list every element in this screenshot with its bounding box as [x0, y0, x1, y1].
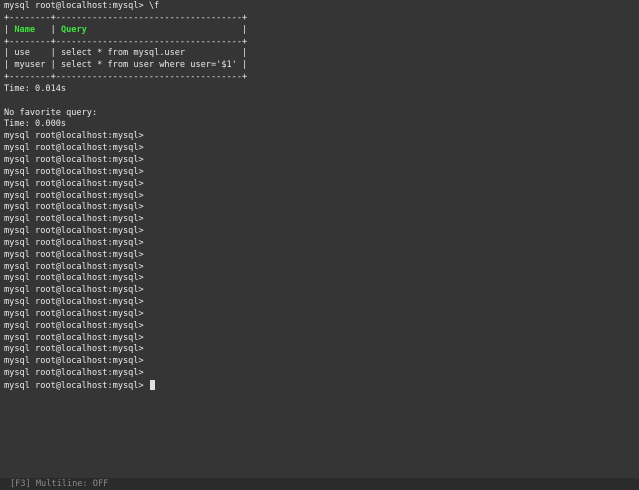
prompt-line: mysql root@localhost:mysql> — [4, 249, 144, 260]
prompt-line: mysql root@localhost:mysql> — [4, 320, 144, 331]
cell-query: select * from mysql.user — [60, 48, 186, 59]
text-cursor — [149, 380, 155, 390]
table-row: | use | select * from mysql.user | — [4, 48, 248, 59]
table-border: +--------+------------------------------… — [4, 72, 248, 83]
terminal-output[interactable]: mysql root@localhost:mysql> \f +--------… — [4, 1, 635, 392]
prompt-line: mysql root@localhost:mysql> — [4, 190, 144, 201]
prompt-line: mysql root@localhost:mysql> — [4, 261, 144, 272]
status-bar: [F3] Multiline: OFF — [0, 478, 639, 490]
header-name: Name — [14, 24, 36, 35]
prompt-line: mysql root@localhost:mysql> — [4, 214, 144, 225]
prompt-line: mysql root@localhost:mysql> — [4, 143, 144, 154]
table-border: +--------+------------------------------… — [4, 36, 248, 47]
prompt-line: mysql root@localhost:mysql> — [4, 154, 144, 165]
prompt-line: mysql root@localhost:mysql> — [4, 368, 144, 379]
cell-name: myuser — [14, 60, 46, 71]
command-line: mysql root@localhost:mysql> \f — [4, 1, 160, 11]
table-header-row: | Name | Query | — [4, 24, 248, 35]
cell-name: use — [14, 48, 30, 59]
time-output: Time: 0.014s — [4, 83, 67, 94]
time-output: Time: 0.000s — [4, 119, 67, 130]
prompt-line: mysql root@localhost:mysql> — [4, 202, 144, 213]
prompt-line: mysql root@localhost:mysql> — [4, 308, 144, 319]
table-row: | myuser | select * from user where user… — [4, 60, 248, 71]
header-query: Query — [60, 24, 87, 35]
prompt-line: mysql root@localhost:mysql> — [4, 285, 144, 296]
prompt-text: mysql root@localhost:mysql> — [4, 381, 144, 391]
no-favorite-message: No favorite query: — [4, 107, 98, 118]
prompt-line: mysql root@localhost:mysql> — [4, 131, 144, 142]
prompt-line: mysql root@localhost:mysql> — [4, 297, 144, 308]
cell-query: select * from user where user='$1' — [60, 60, 237, 71]
prompt-line: mysql root@localhost:mysql> — [4, 237, 144, 248]
active-prompt[interactable]: mysql root@localhost:mysql> — [4, 380, 635, 392]
prompt-line: mysql root@localhost:mysql> — [4, 226, 144, 237]
prompt-line: mysql root@localhost:mysql> — [4, 356, 144, 367]
table-border: +--------+------------------------------… — [4, 12, 248, 23]
prompt-line: mysql root@localhost:mysql> — [4, 273, 144, 284]
prompt-list: mysql root@localhost:mysql> mysql root@lo… — [4, 131, 635, 380]
prompt-line: mysql root@localhost:mysql> — [4, 344, 144, 355]
prompt-line: mysql root@localhost:mysql> — [4, 166, 144, 177]
prompt-line: mysql root@localhost:mysql> — [4, 332, 144, 343]
prompt-line: mysql root@localhost:mysql> — [4, 178, 144, 189]
